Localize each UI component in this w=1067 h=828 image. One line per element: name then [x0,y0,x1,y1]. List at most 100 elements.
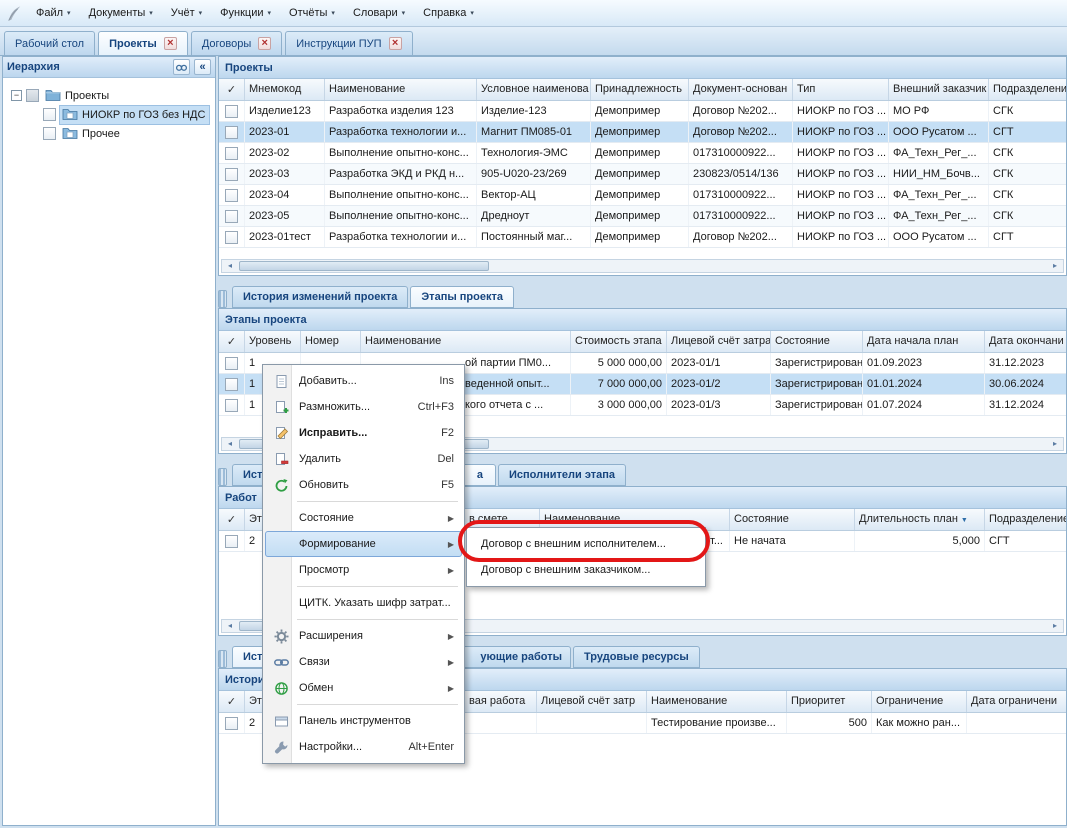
menu-item-links[interactable]: Связи ▶ [265,649,462,675]
column-department[interactable]: Подразделение [989,79,1066,100]
submenu-item-external-contractor-contract[interactable]: Договор с внешним исполнителем... [469,531,703,557]
table-row[interactable]: Изделие123 Разработка изделия 123 Издели… [219,101,1066,122]
tab-drag-handle[interactable] [218,468,227,486]
column-end-date[interactable]: Дата окончани [985,331,1066,352]
scroll-left-button[interactable]: ◂ [223,621,237,632]
menu-item-formation[interactable]: Формирование ▶ [265,531,462,557]
close-icon[interactable]: × [164,37,177,50]
column-state[interactable]: Состояние [730,509,855,530]
menu-item-duplicate[interactable]: Размножить... Ctrl+F3 [265,394,462,420]
tree-checkbox[interactable] [43,108,56,121]
menu-help[interactable]: Справка▾ [415,2,482,24]
table-row[interactable]: 2023-04 Выполнение опытно-конс... Вектор… [219,185,1066,206]
menu-item-toolbar-panel[interactable]: Панель инструментов [265,708,462,734]
select-all-header[interactable]: ✓ [219,509,245,530]
menu-item-settings[interactable]: Настройки... Alt+Enter [265,734,462,760]
row-checkbox[interactable] [225,378,238,391]
tree-node-other[interactable]: Прочее [5,124,213,143]
column-executing-department[interactable]: Подразделение-испо [985,509,1066,530]
collapse-panel-button[interactable]: « [194,59,211,75]
column-mnemocode[interactable]: Мнемокод [245,79,325,100]
scroll-right-button[interactable]: ▸ [1048,439,1062,450]
select-all-header[interactable]: ✓ [219,691,245,712]
column-name[interactable]: Наименование [647,691,787,712]
tab-contracts[interactable]: Договоры× [191,31,282,55]
menu-item-citk-cost-code[interactable]: ЦИТК. Указать шифр затрат... [265,590,462,616]
column-base-document[interactable]: Документ-основан [689,79,793,100]
column-constraint[interactable]: Ограничение [872,691,967,712]
tree-node-projects[interactable]: − Проекты [5,86,213,105]
scroll-right-button[interactable]: ▸ [1048,621,1062,632]
row-checkbox[interactable] [225,399,238,412]
column-external-customer[interactable]: Внешний заказчик [889,79,989,100]
column-code-name[interactable]: Условное наименова [477,79,591,100]
column-cost-account[interactable]: Лицевой счёт затр [537,691,647,712]
scroll-right-button[interactable]: ▸ [1048,261,1062,272]
table-row[interactable]: 2023-05 Выполнение опытно-конс... Дредно… [219,206,1066,227]
tree-checkbox[interactable] [26,89,39,102]
tab-pup-instructions[interactable]: Инструкции ПУП× [285,31,412,55]
row-checkbox[interactable] [225,717,238,730]
column-priority[interactable]: Приоритет [787,691,872,712]
scroll-left-button[interactable]: ◂ [223,261,237,272]
select-all-header[interactable]: ✓ [219,331,245,352]
row-checkbox[interactable] [225,189,238,202]
row-checkbox[interactable] [225,105,238,118]
menu-reports[interactable]: Отчёты▾ [281,2,343,24]
tab-project-stages[interactable]: Этапы проекта [410,286,514,308]
column-cost-account[interactable]: Лицевой счёт затрат. [667,331,771,352]
table-row-selected[interactable]: 2023-01 Разработка технологии и... Магни… [219,122,1066,143]
row-checkbox[interactable] [225,535,238,548]
select-all-header[interactable]: ✓ [219,79,245,100]
table-row[interactable]: 2023-03 Разработка ЭКД и РКД н... 905-U0… [219,164,1066,185]
column-stage-cost[interactable]: Стоимость этапа [571,331,667,352]
tab-drag-handle[interactable] [218,650,227,668]
tab-projects[interactable]: Проекты× [98,31,188,55]
menu-accounting[interactable]: Учёт▾ [163,2,210,24]
menu-item-refresh[interactable]: Обновить F5 [265,472,462,498]
submenu-item-external-customer-contract[interactable]: Договор с внешним заказчиком... [469,557,703,583]
column-preceding-work[interactable]: вая работа [465,691,537,712]
row-checkbox[interactable] [225,210,238,223]
column-belonging[interactable]: Принадлежность [591,79,689,100]
column-type[interactable]: Тип [793,79,889,100]
close-icon[interactable]: × [389,37,402,50]
row-checkbox[interactable] [225,168,238,181]
row-checkbox[interactable] [225,357,238,370]
column-level[interactable]: Уровень [245,331,301,352]
column-name[interactable]: Наименование [361,331,571,352]
menu-item-state[interactable]: Состояние ▶ [265,505,462,531]
row-checkbox[interactable] [225,147,238,160]
tree-node-niokr[interactable]: НИОКР по ГОЗ без НДС [5,105,213,124]
column-constraint-date[interactable]: Дата ограничени [967,691,1066,712]
tree-checkbox[interactable] [43,127,56,140]
tab-labor-resources[interactable]: Трудовые ресурсы [573,646,700,668]
row-checkbox[interactable] [225,126,238,139]
column-state[interactable]: Состояние [771,331,863,352]
menu-item-extensions[interactable]: Расширения ▶ [265,623,462,649]
menu-functions[interactable]: Функции▾ [212,2,279,24]
horizontal-scrollbar[interactable]: ◂ ▸ [221,259,1064,273]
menu-item-edit[interactable]: Исправить... F2 [265,420,462,446]
column-number[interactable]: Номер [301,331,361,352]
menu-item-delete[interactable]: Удалить Del [265,446,462,472]
tab-project-history[interactable]: История изменений проекта [232,286,408,308]
menu-documents[interactable]: Документы▾ [81,2,161,24]
collapse-expander-icon[interactable]: − [11,90,22,101]
column-plan-start-date[interactable]: Дата начала план [863,331,985,352]
table-row[interactable]: 2023-01тест Разработка технологии и... П… [219,227,1066,248]
search-button[interactable] [173,59,190,75]
scroll-left-button[interactable]: ◂ [223,439,237,450]
row-checkbox[interactable] [225,231,238,244]
tab-desktop[interactable]: Рабочий стол [4,31,95,55]
column-plan-duration[interactable]: Длительность план▼ [855,509,985,530]
tab-drag-handle[interactable] [218,290,227,308]
menu-dictionaries[interactable]: Словари▾ [345,2,413,24]
close-icon[interactable]: × [258,37,271,50]
table-row[interactable]: 2023-02 Выполнение опытно-конс... Технол… [219,143,1066,164]
scrollbar-thumb[interactable] [239,261,489,271]
column-name[interactable]: Наименование [325,79,477,100]
menu-file[interactable]: Файл▾ [28,2,79,24]
menu-item-exchange[interactable]: Обмен ▶ [265,675,462,701]
menu-item-add[interactable]: Добавить... Ins [265,368,462,394]
